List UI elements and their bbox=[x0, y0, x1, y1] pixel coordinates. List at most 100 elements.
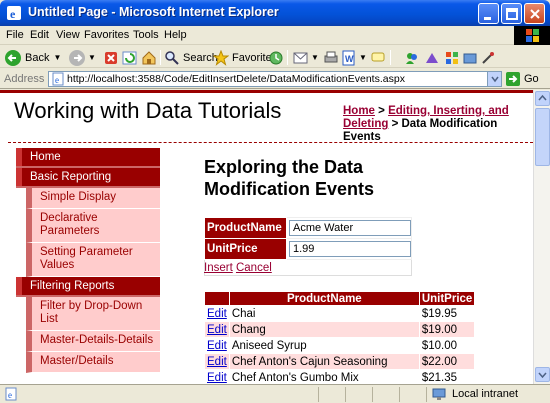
refresh-button[interactable] bbox=[122, 49, 138, 66]
refresh-icon bbox=[122, 51, 137, 64]
grid-header-unit-price[interactable]: UnitPrice bbox=[418, 291, 476, 306]
product-name-label: ProductName bbox=[204, 217, 287, 239]
nav-item-simple-display[interactable]: Simple Display bbox=[26, 188, 160, 209]
nav-item-home[interactable]: Home bbox=[16, 148, 160, 168]
svg-text:W: W bbox=[345, 54, 354, 64]
research-button[interactable] bbox=[424, 49, 440, 66]
scroll-up-button[interactable] bbox=[535, 91, 550, 106]
unit-price-input[interactable]: 1.99 bbox=[289, 241, 411, 257]
messenger-button[interactable] bbox=[404, 49, 420, 66]
unit-price-cell: $10.00 bbox=[418, 337, 476, 354]
grid-header-row: ProductName UnitPrice bbox=[204, 291, 476, 306]
ie-icon: e bbox=[7, 6, 21, 21]
forward-arrow-icon bbox=[69, 49, 85, 66]
product-name-cell: Chai bbox=[228, 305, 420, 322]
print-icon bbox=[324, 51, 338, 62]
menu-view[interactable]: View bbox=[56, 29, 80, 41]
nav-item-declarative-parameters[interactable]: Declarative Parameters bbox=[26, 209, 160, 243]
tool-button-1[interactable] bbox=[444, 49, 460, 66]
nav-item-filter-by-dropdown[interactable]: Filter by Drop-Down List bbox=[26, 297, 160, 331]
unit-price-cell: $19.00 bbox=[418, 321, 476, 338]
edit-link[interactable]: Edit bbox=[207, 308, 227, 320]
menu-favorites[interactable]: Favorites bbox=[84, 29, 129, 41]
breadcrumb-home-link[interactable]: Home bbox=[343, 105, 375, 117]
chevron-up-icon bbox=[538, 94, 547, 101]
menu-tools[interactable]: Tools bbox=[133, 29, 159, 41]
address-dropdown-button[interactable] bbox=[487, 72, 501, 86]
word-icon: W bbox=[342, 50, 355, 65]
forward-button[interactable]: ▼ bbox=[68, 49, 96, 66]
status-bar: e Local intranet bbox=[0, 384, 550, 403]
table-row: Edit Aniseed Syrup $10.00 bbox=[204, 337, 476, 354]
nav-item-basic-reporting[interactable]: Basic Reporting bbox=[16, 168, 160, 188]
maximize-button[interactable] bbox=[501, 3, 522, 24]
close-button[interactable] bbox=[524, 3, 545, 24]
page-icon: e bbox=[52, 72, 64, 86]
edit-button[interactable]: W ▼ bbox=[341, 49, 367, 66]
windows-logo bbox=[514, 26, 550, 45]
tool-button-2[interactable] bbox=[462, 49, 478, 66]
table-row: Edit Chef Anton's Gumbo Mix $21.35 bbox=[204, 369, 476, 384]
scroll-down-button[interactable] bbox=[535, 367, 550, 382]
edit-link[interactable]: Edit bbox=[207, 324, 227, 336]
unit-price-cell: $21.35 bbox=[418, 369, 476, 384]
search-icon bbox=[165, 50, 179, 65]
search-button[interactable]: Search bbox=[164, 49, 218, 66]
insert-link[interactable]: Insert bbox=[204, 262, 233, 274]
menu-edit[interactable]: Edit bbox=[30, 29, 49, 41]
svg-text:e: e bbox=[55, 75, 59, 85]
history-button[interactable] bbox=[268, 49, 284, 66]
go-label: Go bbox=[524, 73, 539, 85]
tool-button-3[interactable] bbox=[480, 49, 496, 66]
title-bar: e Untitled Page - Microsoft Internet Exp… bbox=[0, 0, 550, 26]
scroll-thumb[interactable] bbox=[535, 108, 550, 166]
messenger-icon bbox=[406, 52, 417, 64]
address-bar: Address e http://localhost:3588/Code/Edi… bbox=[0, 69, 550, 89]
svg-text:e: e bbox=[10, 7, 16, 21]
breadcrumb: Home > Editing, Inserting, and Deleting … bbox=[343, 105, 528, 144]
table-row: Edit Chang $19.00 bbox=[204, 321, 476, 338]
cancel-link[interactable]: Cancel bbox=[236, 262, 272, 274]
breadcrumb-separator: > bbox=[374, 105, 389, 117]
vertical-scrollbar[interactable] bbox=[533, 90, 550, 384]
product-name-cell: Chef Anton's Cajun Seasoning bbox=[228, 353, 420, 370]
sidebar-nav: Home Basic Reporting Simple Display Decl… bbox=[16, 148, 160, 373]
print-button[interactable] bbox=[323, 49, 339, 66]
grid-header-blank bbox=[204, 291, 230, 306]
discuss-button[interactable] bbox=[370, 49, 386, 66]
product-name-cell: Aniseed Syrup bbox=[228, 337, 420, 354]
page-top-border bbox=[0, 90, 533, 93]
history-icon bbox=[269, 51, 283, 64]
zone-label: Local intranet bbox=[452, 388, 519, 400]
edit-link[interactable]: Edit bbox=[207, 356, 227, 368]
nav-item-master-details[interactable]: Master/Details bbox=[26, 352, 160, 373]
grid-header-product-name[interactable]: ProductName bbox=[228, 291, 420, 306]
nav-item-filtering-reports[interactable]: Filtering Reports bbox=[16, 277, 160, 297]
research-icon bbox=[426, 52, 438, 63]
home-button[interactable] bbox=[141, 49, 157, 66]
star-icon bbox=[213, 49, 229, 66]
go-arrow-icon bbox=[506, 72, 520, 86]
back-label: Back bbox=[25, 51, 50, 64]
insert-form: ProductName Acme Water UnitPrice 1.99 bbox=[204, 217, 412, 260]
home-icon bbox=[142, 50, 156, 64]
grid-icon bbox=[446, 51, 458, 64]
table-row: Edit Chef Anton's Cajun Seasoning $22.00 bbox=[204, 353, 476, 370]
minimize-button[interactable] bbox=[478, 3, 499, 24]
product-name-input[interactable]: Acme Water bbox=[289, 220, 411, 236]
menu-file[interactable]: File bbox=[6, 29, 24, 41]
product-name-cell: Chang bbox=[228, 321, 420, 338]
mail-icon bbox=[293, 52, 308, 63]
go-button[interactable]: Go bbox=[505, 71, 539, 87]
stop-button[interactable] bbox=[103, 49, 119, 66]
nav-item-master-details-details[interactable]: Master-Details-Details bbox=[26, 331, 160, 352]
svg-text:e: e bbox=[8, 390, 12, 400]
address-input[interactable]: e http://localhost:3588/Code/EditInsertD… bbox=[48, 71, 502, 87]
menu-help[interactable]: Help bbox=[164, 29, 187, 41]
edit-link[interactable]: Edit bbox=[207, 340, 227, 352]
mail-button[interactable]: ▼ bbox=[293, 49, 319, 66]
edit-link[interactable]: Edit bbox=[207, 372, 227, 384]
window-title: Untitled Page - Microsoft Internet Explo… bbox=[28, 5, 279, 19]
nav-item-setting-parameter-values[interactable]: Setting Parameter Values bbox=[26, 243, 160, 277]
back-button[interactable]: Back ▼ bbox=[4, 49, 61, 66]
